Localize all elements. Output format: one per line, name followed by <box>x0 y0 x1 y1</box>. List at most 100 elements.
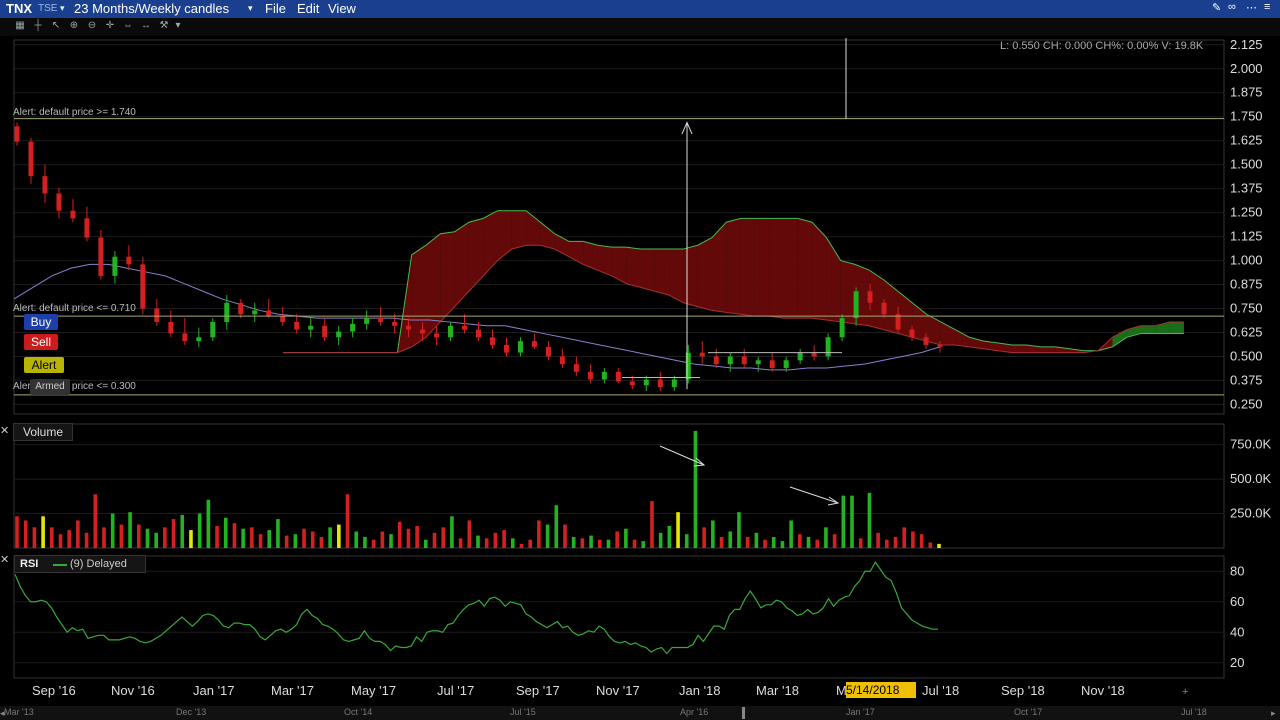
candle-body <box>489 337 495 345</box>
volume-bar <box>502 530 506 548</box>
candle-body <box>238 302 244 315</box>
volume-bar <box>554 505 559 548</box>
draw-icon[interactable]: ┼ <box>32 20 44 32</box>
candle-body <box>98 237 104 276</box>
rsi-panel-header[interactable]: RSI (9) Delayed <box>14 555 146 573</box>
volume-bar <box>876 532 880 548</box>
overview-label: Oct '14 <box>344 707 373 717</box>
symbol[interactable]: TNX <box>6 1 32 16</box>
volume-bar <box>467 520 472 548</box>
candle-body <box>517 341 523 353</box>
overview-label: Jul '15 <box>510 707 536 717</box>
zoom-out-icon[interactable]: ⊖ <box>86 20 98 32</box>
volume-bar <box>23 520 28 548</box>
exchange-dropdown-icon[interactable]: ▾ <box>60 3 65 14</box>
candle-body <box>671 379 677 388</box>
sell-button[interactable]: Sell <box>24 334 58 350</box>
volume-bar <box>737 512 741 548</box>
volume-bar <box>337 524 341 548</box>
close-volume-panel-icon[interactable]: ✕ <box>0 424 9 437</box>
zoom-in-icon[interactable]: ⊕ <box>68 20 80 32</box>
scroll-left-icon[interactable]: ◂ <box>0 708 5 719</box>
volume-bar <box>415 525 419 548</box>
menu-icon[interactable]: ≡ <box>1264 1 1270 13</box>
cloud-segment <box>826 237 841 322</box>
volume-bar <box>510 538 515 548</box>
volume-bar <box>545 524 550 548</box>
price-tick-label: 1.750 <box>1230 109 1263 124</box>
candle-body <box>601 371 607 380</box>
date-tick-label: Jan '18 <box>679 683 721 698</box>
volume-bar <box>798 534 802 548</box>
rsi-legend-swatch <box>53 564 67 566</box>
overview-scrollbar[interactable]: Mar '13 Dec '13 Oct '14 Jul '15 Apr '16 Jan '… <box>0 706 1280 720</box>
overview-label: Oct '17 <box>1014 707 1043 717</box>
volume-bar <box>241 528 245 548</box>
volume-bar <box>41 516 45 548</box>
candle-body <box>476 329 481 338</box>
price-tick-label: 2.000 <box>1230 61 1263 76</box>
tools-icon[interactable]: ⚒ <box>158 20 170 32</box>
candle-body <box>937 344 943 347</box>
buy-button[interactable]: Buy <box>24 314 58 330</box>
pan-icon[interactable]: ⇔ <box>122 20 134 32</box>
chart-canvas[interactable]: 2.125 2.000 1.875 1.750 1.625 1.500 1.375 1.250… <box>0 32 1280 720</box>
volume-bar <box>119 524 124 548</box>
exchange: TSE <box>38 3 58 14</box>
volume-bar <box>771 536 776 548</box>
armed-toggle[interactable]: Armed <box>30 379 70 395</box>
menu-file[interactable]: File <box>265 1 286 16</box>
cloud-segment <box>840 260 855 324</box>
menu-view[interactable]: View <box>328 1 356 16</box>
chart-type-icon[interactable]: ▦ <box>14 20 26 32</box>
candle-body <box>853 291 859 319</box>
link-icon[interactable]: ∞ <box>1228 1 1236 13</box>
volume-bar <box>84 532 89 548</box>
volume-bar <box>902 527 907 548</box>
candle-body <box>643 379 649 386</box>
price-tick-label: 1.125 <box>1230 229 1263 244</box>
cursor-icon[interactable]: ↖ <box>50 20 62 32</box>
pencil-icon[interactable]: ✎ <box>1212 1 1221 14</box>
rsi-tick-label: 40 <box>1230 624 1244 639</box>
volume-bar <box>919 534 924 548</box>
alert-label-middle[interactable]: Alert: default price <= 0.710 <box>13 303 136 314</box>
volume-bar <box>276 519 280 548</box>
scroll-icon[interactable]: ↔ <box>140 20 152 32</box>
menu-edit[interactable]: Edit <box>297 1 319 16</box>
crosshair-icon[interactable]: ✛ <box>104 20 116 32</box>
candle-body <box>126 256 132 265</box>
toolbar-dropdown-icon[interactable]: ▾ <box>172 20 184 32</box>
cloud-segment <box>483 210 498 276</box>
volume-bar <box>937 543 941 548</box>
candle-body <box>434 333 440 338</box>
date-tick-label: Sep '17 <box>516 683 560 698</box>
rsi-tick-label: 80 <box>1230 563 1244 578</box>
period-dropdown-icon[interactable]: ▾ <box>248 3 253 14</box>
date-axis: Sep '16 Nov '16 Jan '17 Mar '17 May '17 Jul '… <box>32 683 1188 698</box>
alert-label-upper[interactable]: Alert: default price >= 1.740 <box>13 107 136 118</box>
candle-body <box>573 364 579 372</box>
overview-label: Apr '16 <box>680 707 709 717</box>
close-rsi-panel-icon[interactable]: ✕ <box>0 553 9 566</box>
volume-panel-title[interactable]: Volume <box>13 423 73 441</box>
ellipsis-icon[interactable]: ⋯ <box>1246 1 1257 14</box>
candle-body <box>727 356 733 365</box>
volume-bar <box>450 516 454 548</box>
volume-bar <box>571 536 576 548</box>
overview-handle[interactable] <box>742 707 745 719</box>
candle-body <box>755 360 761 365</box>
volume-bar <box>154 532 158 548</box>
alert-button[interactable]: Alert <box>24 357 64 373</box>
candle-body <box>657 379 663 388</box>
candle-body <box>14 126 20 142</box>
volume-bar <box>806 536 811 548</box>
scroll-right-icon[interactable]: ▸ <box>1271 708 1276 719</box>
axis-end-marker: + <box>1182 686 1188 698</box>
volume-bar <box>832 534 837 548</box>
period-selector[interactable]: 23 Months/Weekly candles <box>74 1 229 16</box>
date-tick-label: Sep '16 <box>32 683 76 698</box>
volume-bar <box>424 539 428 548</box>
cloud-segment <box>926 314 941 345</box>
rsi-path <box>14 560 938 655</box>
